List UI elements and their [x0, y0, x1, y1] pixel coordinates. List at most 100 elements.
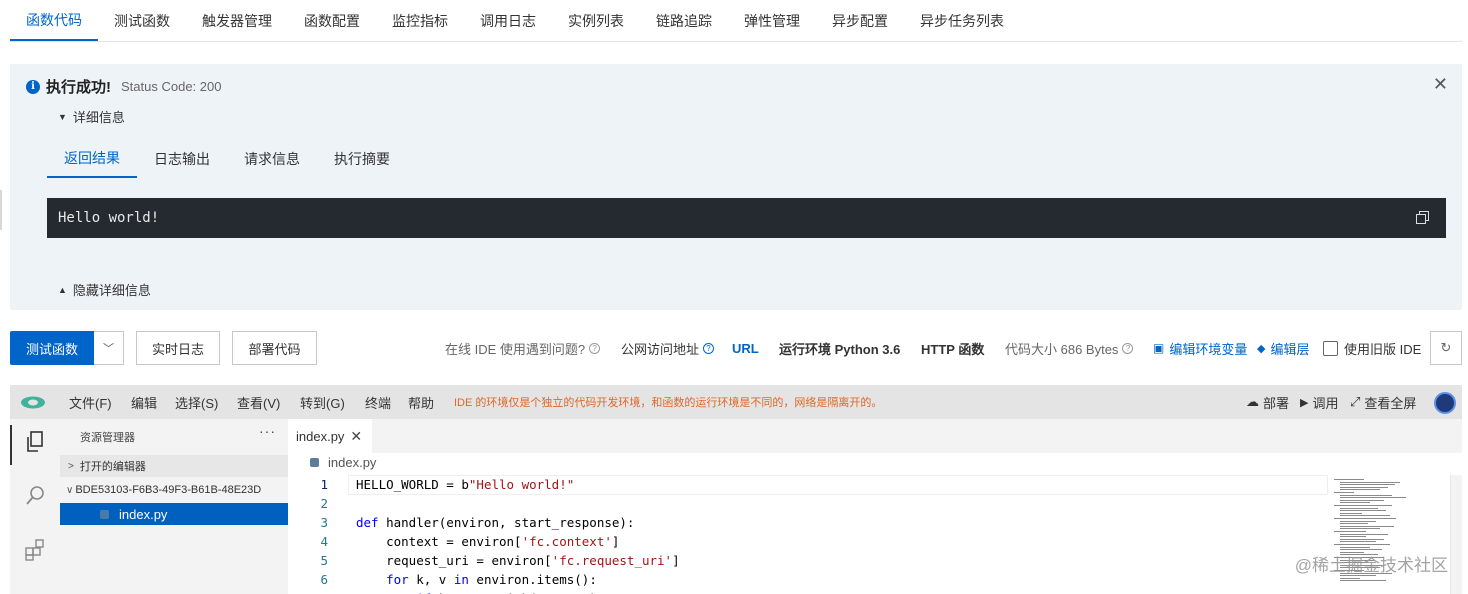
checkbox-icon[interactable] — [1323, 340, 1338, 356]
search-icon[interactable] — [22, 483, 48, 509]
tab-request-info[interactable]: 请求信息 — [227, 140, 317, 178]
watermark: @稀土掘金技术社区 — [1294, 556, 1448, 575]
code-line[interactable]: 7 if k.startswith("HTTP_"): — [288, 589, 1328, 594]
minimap[interactable] — [1328, 475, 1450, 594]
expand-icon: ⤢ — [1350, 394, 1361, 409]
minimap-line — [1340, 577, 1360, 579]
file-row-index-py[interactable]: index.py — [60, 503, 288, 525]
activity-bar — [10, 419, 60, 594]
use-old-ide-checkbox[interactable]: 使用旧版 IDE — [1323, 331, 1421, 365]
line-number: 4 — [320, 534, 328, 549]
menu-go[interactable]: 转到(G) — [300, 385, 345, 419]
tab-monitoring-metrics[interactable]: 监控指标 — [376, 0, 464, 41]
editor-tab-index-py[interactable]: index.py ✕ — [288, 419, 372, 453]
cloud-upload-icon: ☁ — [1246, 394, 1259, 409]
minimap-line — [1340, 512, 1362, 514]
folder-name: BDE53103-F6B3-49F3-B61B-48E23D — [75, 484, 262, 496]
url-link[interactable]: URL — [732, 331, 759, 365]
line-content: request_uri = environ['fc.request_uri'] — [356, 551, 680, 570]
tab-function-config[interactable]: 函数配置 — [288, 0, 376, 41]
tab-tracing[interactable]: 链路追踪 — [640, 0, 728, 41]
open-editors-section[interactable]: > 打开的编辑器 — [60, 455, 288, 477]
action-toolbar: 测试函数 ﹀ 实时日志 部署代码 在线 IDE 使用遇到问题? ? 公网访问地址… — [10, 331, 1462, 365]
public-url-text: 公网访问地址 — [621, 341, 700, 357]
extensions-icon[interactable] — [22, 537, 48, 563]
explorer-icon[interactable] — [22, 429, 48, 455]
tab-log-output[interactable]: 日志输出 — [137, 140, 227, 178]
details-toggle-label: 详细信息 — [72, 110, 125, 125]
code-line[interactable]: 6 for k, v in environ.items(): — [288, 570, 1328, 589]
public-url-label: 公网访问地址 ? — [621, 331, 715, 365]
folder-row[interactable]: ∨ BDE53103-F6B3-49F3-B61B-48E23D — [60, 479, 288, 501]
details-toggle[interactable]: ▼ 详细信息 — [58, 107, 125, 126]
code-line[interactable]: 1 HELLO_WORLD = b"Hello world!" — [288, 475, 1328, 495]
menu-help[interactable]: 帮助 — [408, 385, 434, 419]
play-icon: ▶ — [1300, 396, 1309, 409]
tab-elastic-management[interactable]: 弹性管理 — [728, 0, 816, 41]
menu-view[interactable]: 查看(V) — [237, 385, 280, 419]
line-number: 1 — [320, 477, 328, 492]
active-indicator — [10, 425, 12, 465]
help-icon[interactable]: ? — [1122, 342, 1134, 354]
code-token: "Hello world!" — [468, 477, 575, 492]
tab-trigger-management[interactable]: 触发器管理 — [186, 0, 288, 41]
tab-return-result[interactable]: 返回结果 — [47, 140, 137, 178]
minimap-line — [1334, 505, 1392, 506]
tab-execution-summary[interactable]: 执行摘要 — [317, 140, 407, 178]
edit-env-vars-link[interactable]: ▣ 编辑环境变量 — [1153, 331, 1247, 365]
tab-async-task-list[interactable]: 异步任务列表 — [904, 0, 1020, 41]
line-number: 7 — [288, 589, 328, 594]
python-file-icon — [100, 509, 109, 519]
test-dropdown-button[interactable]: ﹀ — [94, 331, 124, 365]
breadcrumb[interactable]: index.py — [310, 455, 376, 470]
minimap-line — [1334, 492, 1354, 493]
more-icon[interactable]: ··· — [259, 423, 276, 439]
code-line[interactable]: 5 request_uri = environ['fc.request_uri'… — [288, 551, 1328, 570]
ide-help-link[interactable]: 在线 IDE 使用遇到问题? ? — [445, 331, 601, 365]
tab-async-config[interactable]: 异步配置 — [816, 0, 904, 41]
code-token: k, v — [408, 572, 454, 587]
copy-icon[interactable] — [1416, 211, 1429, 224]
realtime-log-button[interactable]: 实时日志 — [136, 331, 220, 365]
ide-deploy-button[interactable]: ☁ 部署 — [1246, 385, 1289, 419]
code-size-label: 代码大小 686 Bytes — [1005, 341, 1119, 357]
editor-scrollbar[interactable] — [1450, 475, 1462, 594]
code-line[interactable]: 4 context = environ['fc.context'] — [288, 532, 1328, 551]
avatar[interactable] — [1434, 392, 1456, 414]
tab-function-code[interactable]: 函数代码 — [10, 0, 98, 41]
test-function-button[interactable]: 测试函数 — [10, 331, 94, 365]
minimap-line — [1340, 525, 1394, 527]
code-line[interactable]: 2 — [288, 494, 1328, 513]
refresh-button[interactable]: ↻ — [1430, 331, 1462, 365]
hide-details-toggle[interactable]: ▲ 隐藏详细信息 — [58, 280, 151, 299]
code-editor: index.py ✕ index.py 1 HELLO_WORLD = b"Hel… — [288, 419, 1462, 594]
close-icon[interactable]: ✕ — [1433, 74, 1448, 95]
edit-layer-link[interactable]: ◆ 编辑层 — [1257, 331, 1309, 365]
ide-invoke-button[interactable]: ▶ 调用 — [1300, 385, 1338, 419]
ide-fullscreen-button[interactable]: ⤢ 查看全屏 — [1350, 385, 1416, 419]
code-line[interactable]: 3 def handler(environ, start_response): — [288, 513, 1328, 532]
top-tab-bar: 函数代码 测试函数 触发器管理 函数配置 监控指标 调用日志 实例列表 链路追踪… — [10, 0, 1462, 42]
status-code: Status Code: 200 — [121, 79, 222, 94]
tab-test-function[interactable]: 测试函数 — [98, 0, 186, 41]
menu-file[interactable]: 文件(F) — [69, 385, 112, 419]
close-icon[interactable]: ✕ — [350, 428, 362, 445]
minimap-line — [1340, 523, 1368, 525]
editor-tabs: index.py ✕ — [288, 419, 1462, 453]
deploy-code-button[interactable]: 部署代码 — [232, 331, 317, 365]
tab-invocation-logs[interactable]: 调用日志 — [464, 0, 552, 41]
code-token: handler(environ, start_response): — [378, 515, 635, 530]
help-icon[interactable]: ? — [703, 342, 715, 354]
minimap-line — [1340, 541, 1376, 543]
menu-terminal[interactable]: 终端 — [365, 385, 391, 419]
menu-selection[interactable]: 选择(S) — [175, 385, 218, 419]
minimap-line — [1340, 497, 1406, 499]
menu-edit[interactable]: 编辑 — [131, 385, 157, 419]
code-area[interactable]: 1 HELLO_WORLD = b"Hello world!" 2 3 def hand… — [288, 475, 1328, 594]
tab-instance-list[interactable]: 实例列表 — [552, 0, 640, 41]
result-header: i 执行成功! Status Code: 200 — [26, 76, 221, 97]
line-content: HELLO_WORLD = b"Hello world!" — [356, 475, 574, 494]
ide-deploy-label: 部署 — [1263, 395, 1290, 411]
line-number: 2 — [320, 496, 328, 511]
